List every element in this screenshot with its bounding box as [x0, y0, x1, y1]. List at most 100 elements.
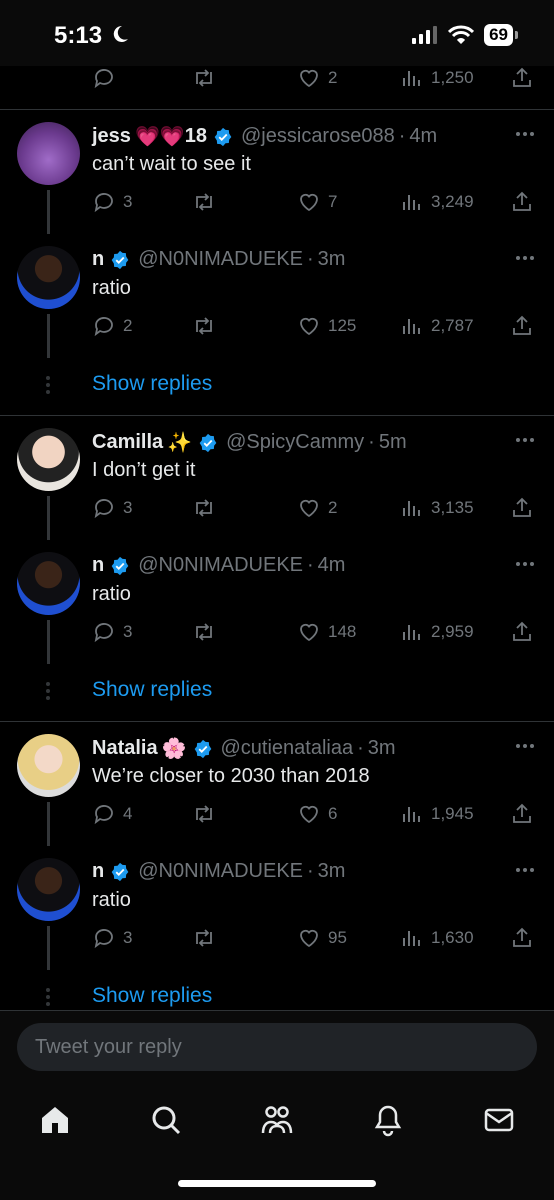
show-replies-link[interactable]: Show replies — [92, 678, 212, 702]
tweet[interactable]: Natalia 🌸 @cutienataliaa · 3m We’re clos… — [0, 722, 554, 846]
views-button[interactable]: 3,135 — [400, 496, 474, 520]
handle[interactable]: @N0NIMADUEKE — [138, 860, 303, 883]
retweet-button[interactable] — [192, 620, 223, 644]
show-replies-row[interactable]: Show replies — [0, 672, 554, 716]
views-button[interactable]: 1,945 — [400, 802, 474, 826]
more-options-icon[interactable] — [516, 438, 534, 442]
views-button[interactable]: 2,959 — [400, 620, 474, 644]
name-emoji: 🌸 — [161, 738, 187, 760]
display-name[interactable]: n — [92, 248, 104, 271]
share-button[interactable] — [510, 314, 541, 338]
avatar[interactable] — [17, 734, 80, 797]
retweet-icon — [196, 499, 212, 517]
like-button[interactable]: 6 — [297, 802, 337, 826]
heart-icon — [300, 193, 318, 212]
retweet-button[interactable] — [192, 66, 223, 90]
tweet-text: ratio — [92, 889, 131, 911]
heart-icon — [300, 317, 318, 336]
share-button[interactable] — [510, 926, 541, 950]
reply-button[interactable] — [92, 66, 123, 90]
reply-button[interactable]: 4 — [92, 802, 132, 826]
retweet-button[interactable] — [192, 496, 223, 520]
view-count: 1,250 — [431, 68, 474, 87]
retweet-button[interactable] — [192, 802, 223, 826]
views-button[interactable]: 3,249 — [400, 190, 474, 214]
like-count: 2 — [328, 68, 338, 87]
views-button[interactable]: 1,250 — [400, 66, 474, 90]
reply-button[interactable]: 3 — [92, 190, 132, 214]
avatar[interactable] — [17, 246, 80, 309]
tweet[interactable]: jess 💗💗 18 @jessicarose088 · 4m can’t wai… — [0, 110, 554, 234]
display-name[interactable]: n — [92, 554, 104, 577]
reply-button[interactable]: 2 — [92, 314, 132, 338]
view-count: 2,959 — [431, 622, 474, 641]
share-icon — [513, 803, 531, 823]
more-options-icon[interactable] — [516, 132, 534, 136]
show-replies-link[interactable]: Show replies — [92, 372, 212, 396]
display-name[interactable]: Camilla — [92, 431, 163, 454]
avatar[interactable] — [17, 122, 80, 185]
reply-button[interactable]: 3 — [92, 496, 132, 520]
share-button[interactable] — [510, 802, 541, 826]
retweet-button[interactable] — [192, 314, 223, 338]
views-icon — [403, 807, 420, 822]
tweet-reply-input[interactable] — [17, 1023, 537, 1071]
like-button[interactable]: 95 — [297, 926, 347, 950]
like-button[interactable]: 2 — [297, 496, 337, 520]
tab-search[interactable] — [148, 1102, 184, 1138]
like-button[interactable]: 7 — [297, 190, 337, 214]
retweet-icon — [196, 317, 212, 335]
reply-button[interactable]: 3 — [92, 620, 132, 644]
retweet-button[interactable] — [192, 190, 223, 214]
handle[interactable]: @N0NIMADUEKE — [138, 554, 303, 577]
tweet[interactable]: Camilla ✨ @SpicyCammy · 5m I don’t get i… — [0, 416, 554, 540]
conversation-feed[interactable]: 2 1,250 jess 💗💗 18 @jessicarose088 · 4m … — [0, 0, 554, 1010]
separator-dot: · — [368, 431, 375, 453]
avatar[interactable] — [17, 428, 80, 491]
thread-dots — [46, 376, 50, 394]
view-count: 1,630 — [431, 928, 474, 947]
display-name[interactable]: n — [92, 860, 104, 883]
more-options-icon[interactable] — [516, 744, 534, 748]
handle[interactable]: @cutienataliaa — [221, 737, 354, 760]
tweet[interactable]: n @N0NIMADUEKE · 3m ratio 2 125 2,787 — [0, 234, 554, 358]
communities-icon — [261, 1106, 293, 1134]
handle[interactable]: @N0NIMADUEKE — [138, 248, 303, 271]
tweet[interactable]: n @N0NIMADUEKE · 4m ratio 3 148 2,959 — [0, 540, 554, 664]
like-button[interactable]: 2 — [297, 66, 337, 90]
reply-count: 3 — [123, 928, 133, 947]
retweet-icon — [196, 69, 212, 87]
share-button[interactable] — [510, 496, 541, 520]
avatar[interactable] — [17, 552, 80, 615]
home-indicator[interactable] — [178, 1180, 376, 1187]
display-name[interactable]: jess — [92, 125, 131, 148]
show-replies-row[interactable]: Show replies — [0, 978, 554, 1010]
home-icon — [42, 1107, 68, 1133]
tab-home[interactable] — [37, 1102, 73, 1138]
tab-communities[interactable] — [259, 1102, 295, 1138]
avatar[interactable] — [17, 858, 80, 921]
show-replies-row[interactable]: Show replies — [0, 366, 554, 410]
handle[interactable]: @SpicyCammy — [226, 431, 364, 454]
like-button[interactable]: 148 — [297, 620, 356, 644]
more-options-icon[interactable] — [516, 256, 534, 260]
views-button[interactable]: 1,630 — [400, 926, 474, 950]
more-options-icon[interactable] — [516, 868, 534, 872]
share-button[interactable] — [510, 190, 541, 214]
display-name[interactable]: Natalia — [92, 737, 158, 760]
reply-button[interactable]: 3 — [92, 926, 132, 950]
tweet[interactable]: n @N0NIMADUEKE · 3m ratio 3 95 1,630 — [0, 846, 554, 970]
share-button[interactable] — [510, 66, 541, 90]
retweet-button[interactable] — [192, 926, 223, 950]
tab-notifications[interactable] — [370, 1102, 406, 1138]
heart-icon — [300, 929, 318, 948]
share-button[interactable] — [510, 620, 541, 644]
reply-icon — [94, 499, 113, 519]
tab-messages[interactable] — [481, 1102, 517, 1138]
like-button[interactable]: 125 — [297, 314, 356, 338]
handle[interactable]: @jessicarose088 — [241, 125, 395, 148]
show-replies-link[interactable]: Show replies — [92, 984, 212, 1008]
more-options-icon[interactable] — [516, 562, 534, 566]
views-button[interactable]: 2,787 — [400, 314, 474, 338]
tweet-text: We’re closer to 2030 than 2018 — [92, 765, 370, 787]
